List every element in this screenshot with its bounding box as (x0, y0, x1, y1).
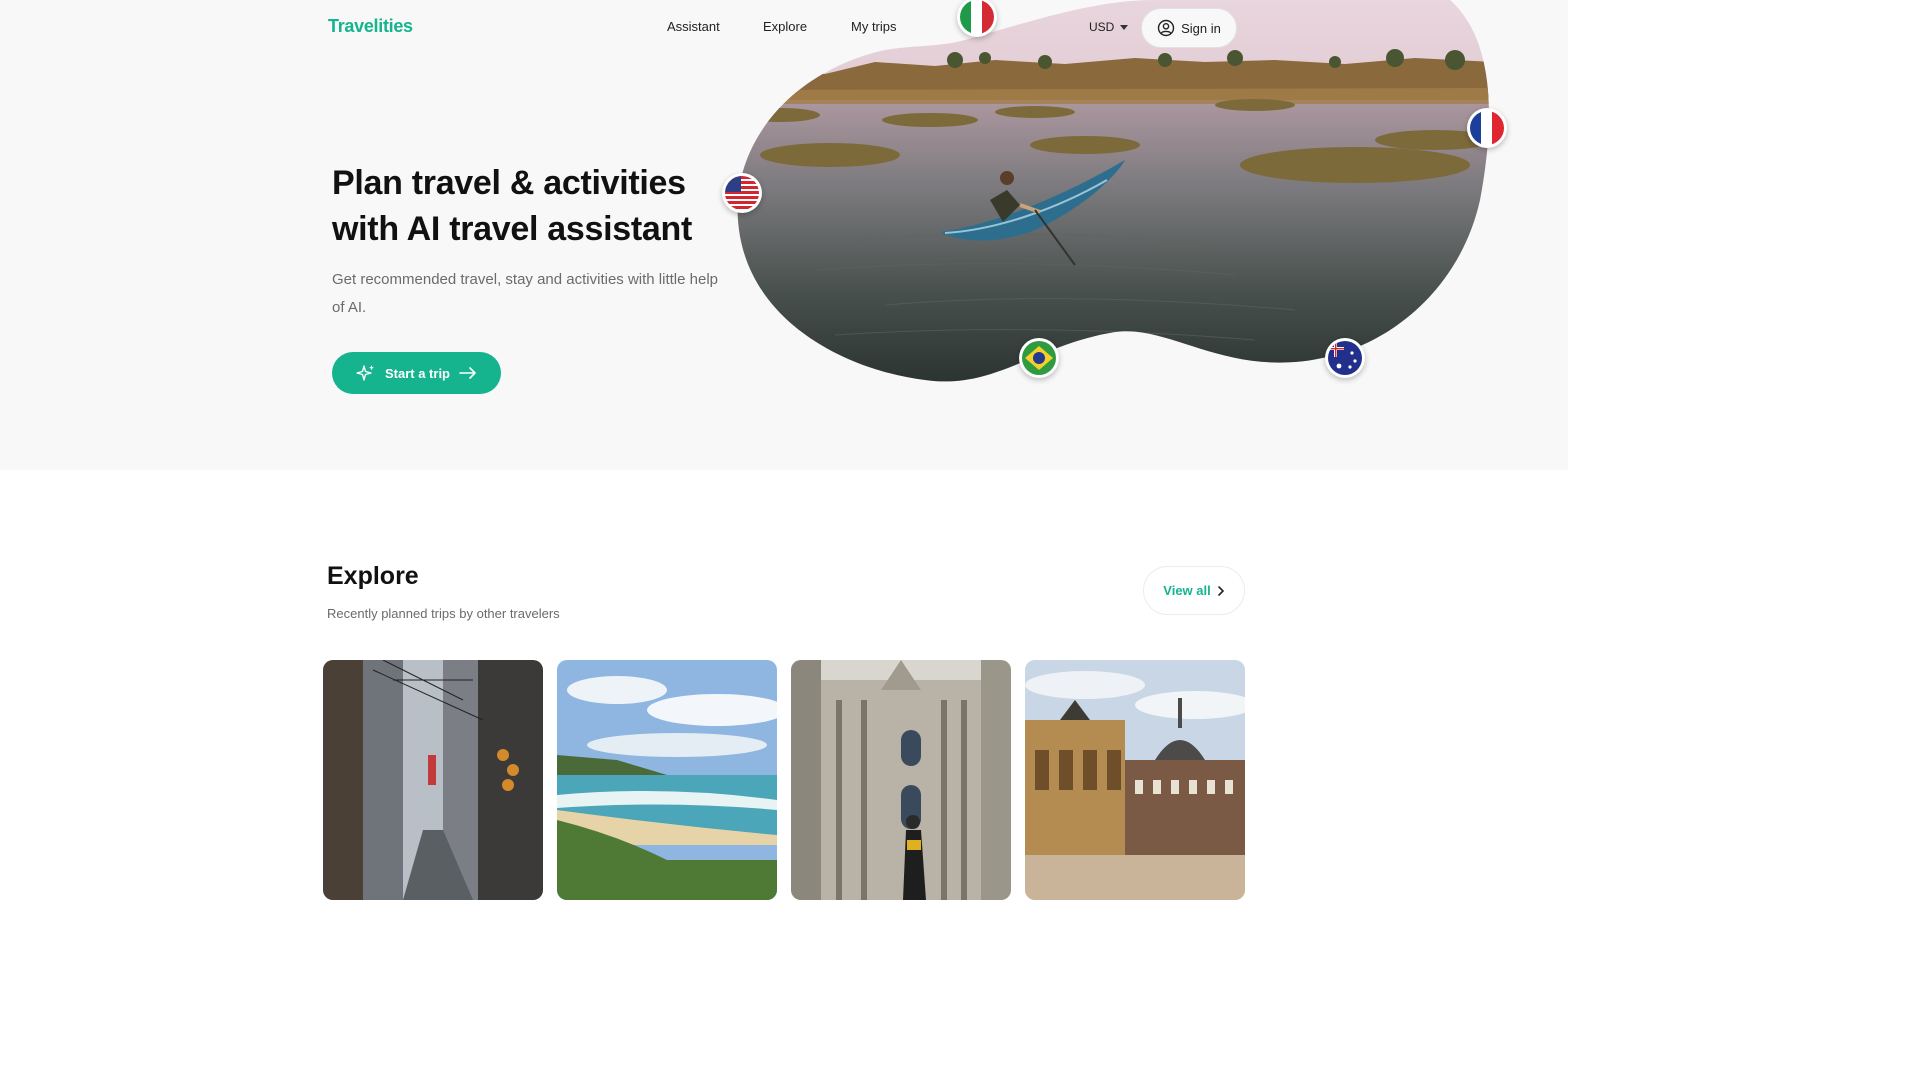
sign-in-button[interactable]: Sign in (1141, 8, 1237, 48)
user-circle-icon (1157, 19, 1175, 37)
arrow-right-icon (459, 367, 476, 379)
currency-value: USD (1089, 20, 1115, 34)
sign-in-label: Sign in (1181, 20, 1221, 36)
explore-title: Explore (327, 562, 419, 590)
trip-card-image (1025, 660, 1245, 900)
chevron-right-icon (1217, 585, 1224, 596)
france-flag-icon (1467, 108, 1507, 148)
currency-select[interactable]: USD (1089, 20, 1129, 34)
explore-subtitle: Recently planned trips by other traveler… (327, 606, 560, 621)
start-trip-label: Start a trip (384, 365, 450, 381)
chevron-down-icon (1120, 25, 1129, 30)
hero-title: Plan travel & activities with AI travel … (332, 164, 692, 248)
trip-card-image (557, 660, 777, 900)
trip-card[interactable] (557, 660, 777, 900)
trip-card-image (791, 660, 1011, 900)
trip-card-image (323, 660, 543, 900)
hero-subtitle: Get recommended travel, stay and activit… (332, 271, 719, 316)
view-all-button[interactable]: View all (1143, 566, 1245, 615)
nav-assistant[interactable]: Assistant (667, 19, 720, 34)
trip-card[interactable] (1025, 660, 1245, 900)
brazil-flag-icon (1019, 338, 1059, 378)
sparkle-icon (356, 365, 374, 381)
trip-card[interactable] (323, 660, 543, 900)
trip-card[interactable] (791, 660, 1011, 900)
start-trip-button[interactable]: Start a trip (332, 352, 501, 394)
logo[interactable]: Travelities (328, 16, 413, 37)
australia-flag-icon (1325, 338, 1365, 378)
view-all-label: View all (1163, 583, 1211, 598)
hero-section: Travelities Assistant Explore My trips U… (0, 0, 1568, 470)
hero-lake-image (737, 0, 1489, 382)
